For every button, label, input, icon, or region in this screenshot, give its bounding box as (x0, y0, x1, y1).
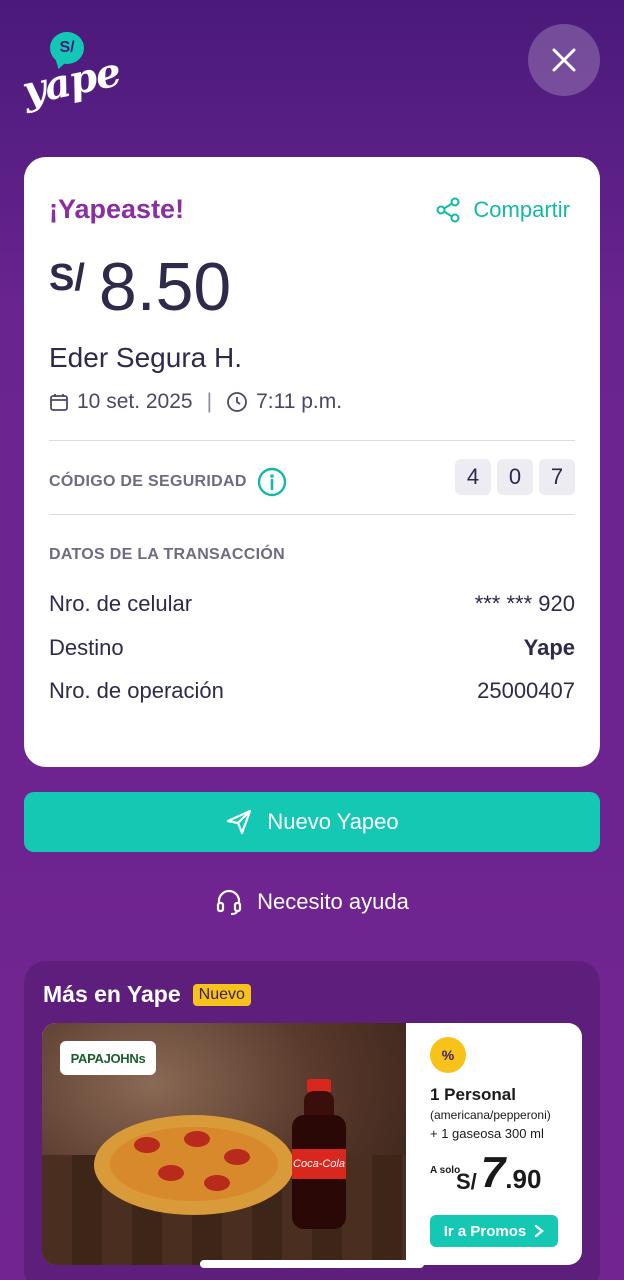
price-currency: S/ (456, 1169, 477, 1194)
promo-price: S/ 7 .90 (456, 1151, 541, 1195)
go-to-promos-label: Ir a Promos (443, 1222, 527, 1240)
close-button[interactable] (528, 24, 600, 96)
headset-icon (217, 889, 242, 915)
promo-offer: % 1 Personal (americana/pepperoni) + 1 g… (426, 1023, 582, 1265)
logo-word: yape (18, 48, 125, 115)
divider (49, 514, 575, 515)
discount-icon: % (430, 1037, 466, 1073)
receipt-card: ¡Yapeaste! Compartir S/ 8.50 Eder Segura… (24, 157, 600, 767)
detail-value: *** *** 920 (474, 591, 575, 616)
go-to-promos-button[interactable]: Ir a Promos (430, 1215, 558, 1247)
detail-row-phone: Nro. de celular *** *** 920 (49, 591, 575, 617)
security-digit: 7 (539, 459, 575, 495)
help-link[interactable]: Necesito ayuda (0, 888, 624, 916)
offer-line-2: (americana/pepperoni) (430, 1108, 551, 1122)
offer-line-1: 1 Personal (430, 1085, 516, 1104)
price-integer: 7 (480, 1148, 506, 1197)
new-badge: Nuevo (192, 983, 251, 1006)
more-section: Más en Yape Nuevo PAPAJOHNs Coca-Cola % (24, 961, 600, 1280)
transaction-data-heading: DATOS DE LA TRANSACCIÓN (49, 546, 285, 563)
more-section-title: Más en Yape (43, 981, 181, 1007)
promo-banner[interactable]: PAPAJOHNs Coca-Cola % 1 Personal (americ… (42, 1023, 582, 1265)
bottle-label: Coca-Cola (292, 1149, 346, 1179)
security-code-text: CÓDIGO DE SEGURIDAD (49, 473, 247, 490)
calendar-icon (50, 394, 68, 411)
send-icon (227, 809, 252, 835)
offer-line-3: + 1 gaseosa 300 ml (430, 1126, 544, 1141)
share-label: Compartir (473, 197, 570, 222)
more-section-header: Más en Yape Nuevo (43, 981, 251, 1008)
security-code-label: CÓDIGO DE SEGURIDAD (49, 467, 287, 497)
share-button[interactable]: Compartir (435, 197, 570, 223)
pizza-image (94, 1115, 294, 1215)
detail-row-destination: Destino Yape (49, 635, 575, 661)
new-payment-label: Nuevo Yapeo (267, 809, 399, 834)
clock-icon (227, 392, 247, 412)
amount-currency: S/ (49, 257, 85, 299)
divider (49, 440, 575, 441)
info-icon[interactable] (257, 467, 287, 497)
security-code: 4 0 7 (455, 459, 575, 495)
price-decimal: .90 (505, 1164, 542, 1194)
security-digit: 0 (497, 459, 533, 495)
detail-label: Nro. de celular (49, 591, 193, 616)
soda-bottle-image: Coca-Cola (292, 1079, 346, 1229)
home-indicator[interactable] (200, 1260, 424, 1268)
detail-label: Destino (49, 635, 124, 660)
promo-image: PAPAJOHNs Coca-Cola (42, 1023, 406, 1265)
new-payment-button[interactable]: Nuevo Yapeo (24, 792, 600, 852)
yape-logo: S/ yape (18, 30, 124, 130)
payee-name: Eder Segura H. (49, 342, 242, 373)
transaction-time: 7:11 p.m. (256, 390, 343, 413)
share-icon (436, 197, 460, 223)
datetime-separator: | (206, 390, 213, 413)
help-label: Necesito ayuda (257, 889, 409, 914)
transaction-date: 10 set. 2025 (77, 390, 193, 413)
detail-label: Nro. de operación (49, 678, 224, 703)
transaction-datetime: 10 set. 2025 | 7:11 p.m. (49, 390, 342, 414)
detail-value: Yape (523, 635, 575, 660)
receipt-title: ¡Yapeaste! (49, 194, 185, 224)
close-icon (552, 48, 576, 72)
papajohns-logo: PAPAJOHNs (60, 1041, 156, 1075)
amount-value: 8.50 (98, 249, 232, 325)
security-digit: 4 (455, 459, 491, 495)
amount: S/ 8.50 (49, 253, 231, 321)
chevron-right-icon (535, 1224, 545, 1238)
detail-row-operation: Nro. de operación 25000407 (49, 678, 575, 704)
detail-value: 25000407 (477, 678, 575, 703)
